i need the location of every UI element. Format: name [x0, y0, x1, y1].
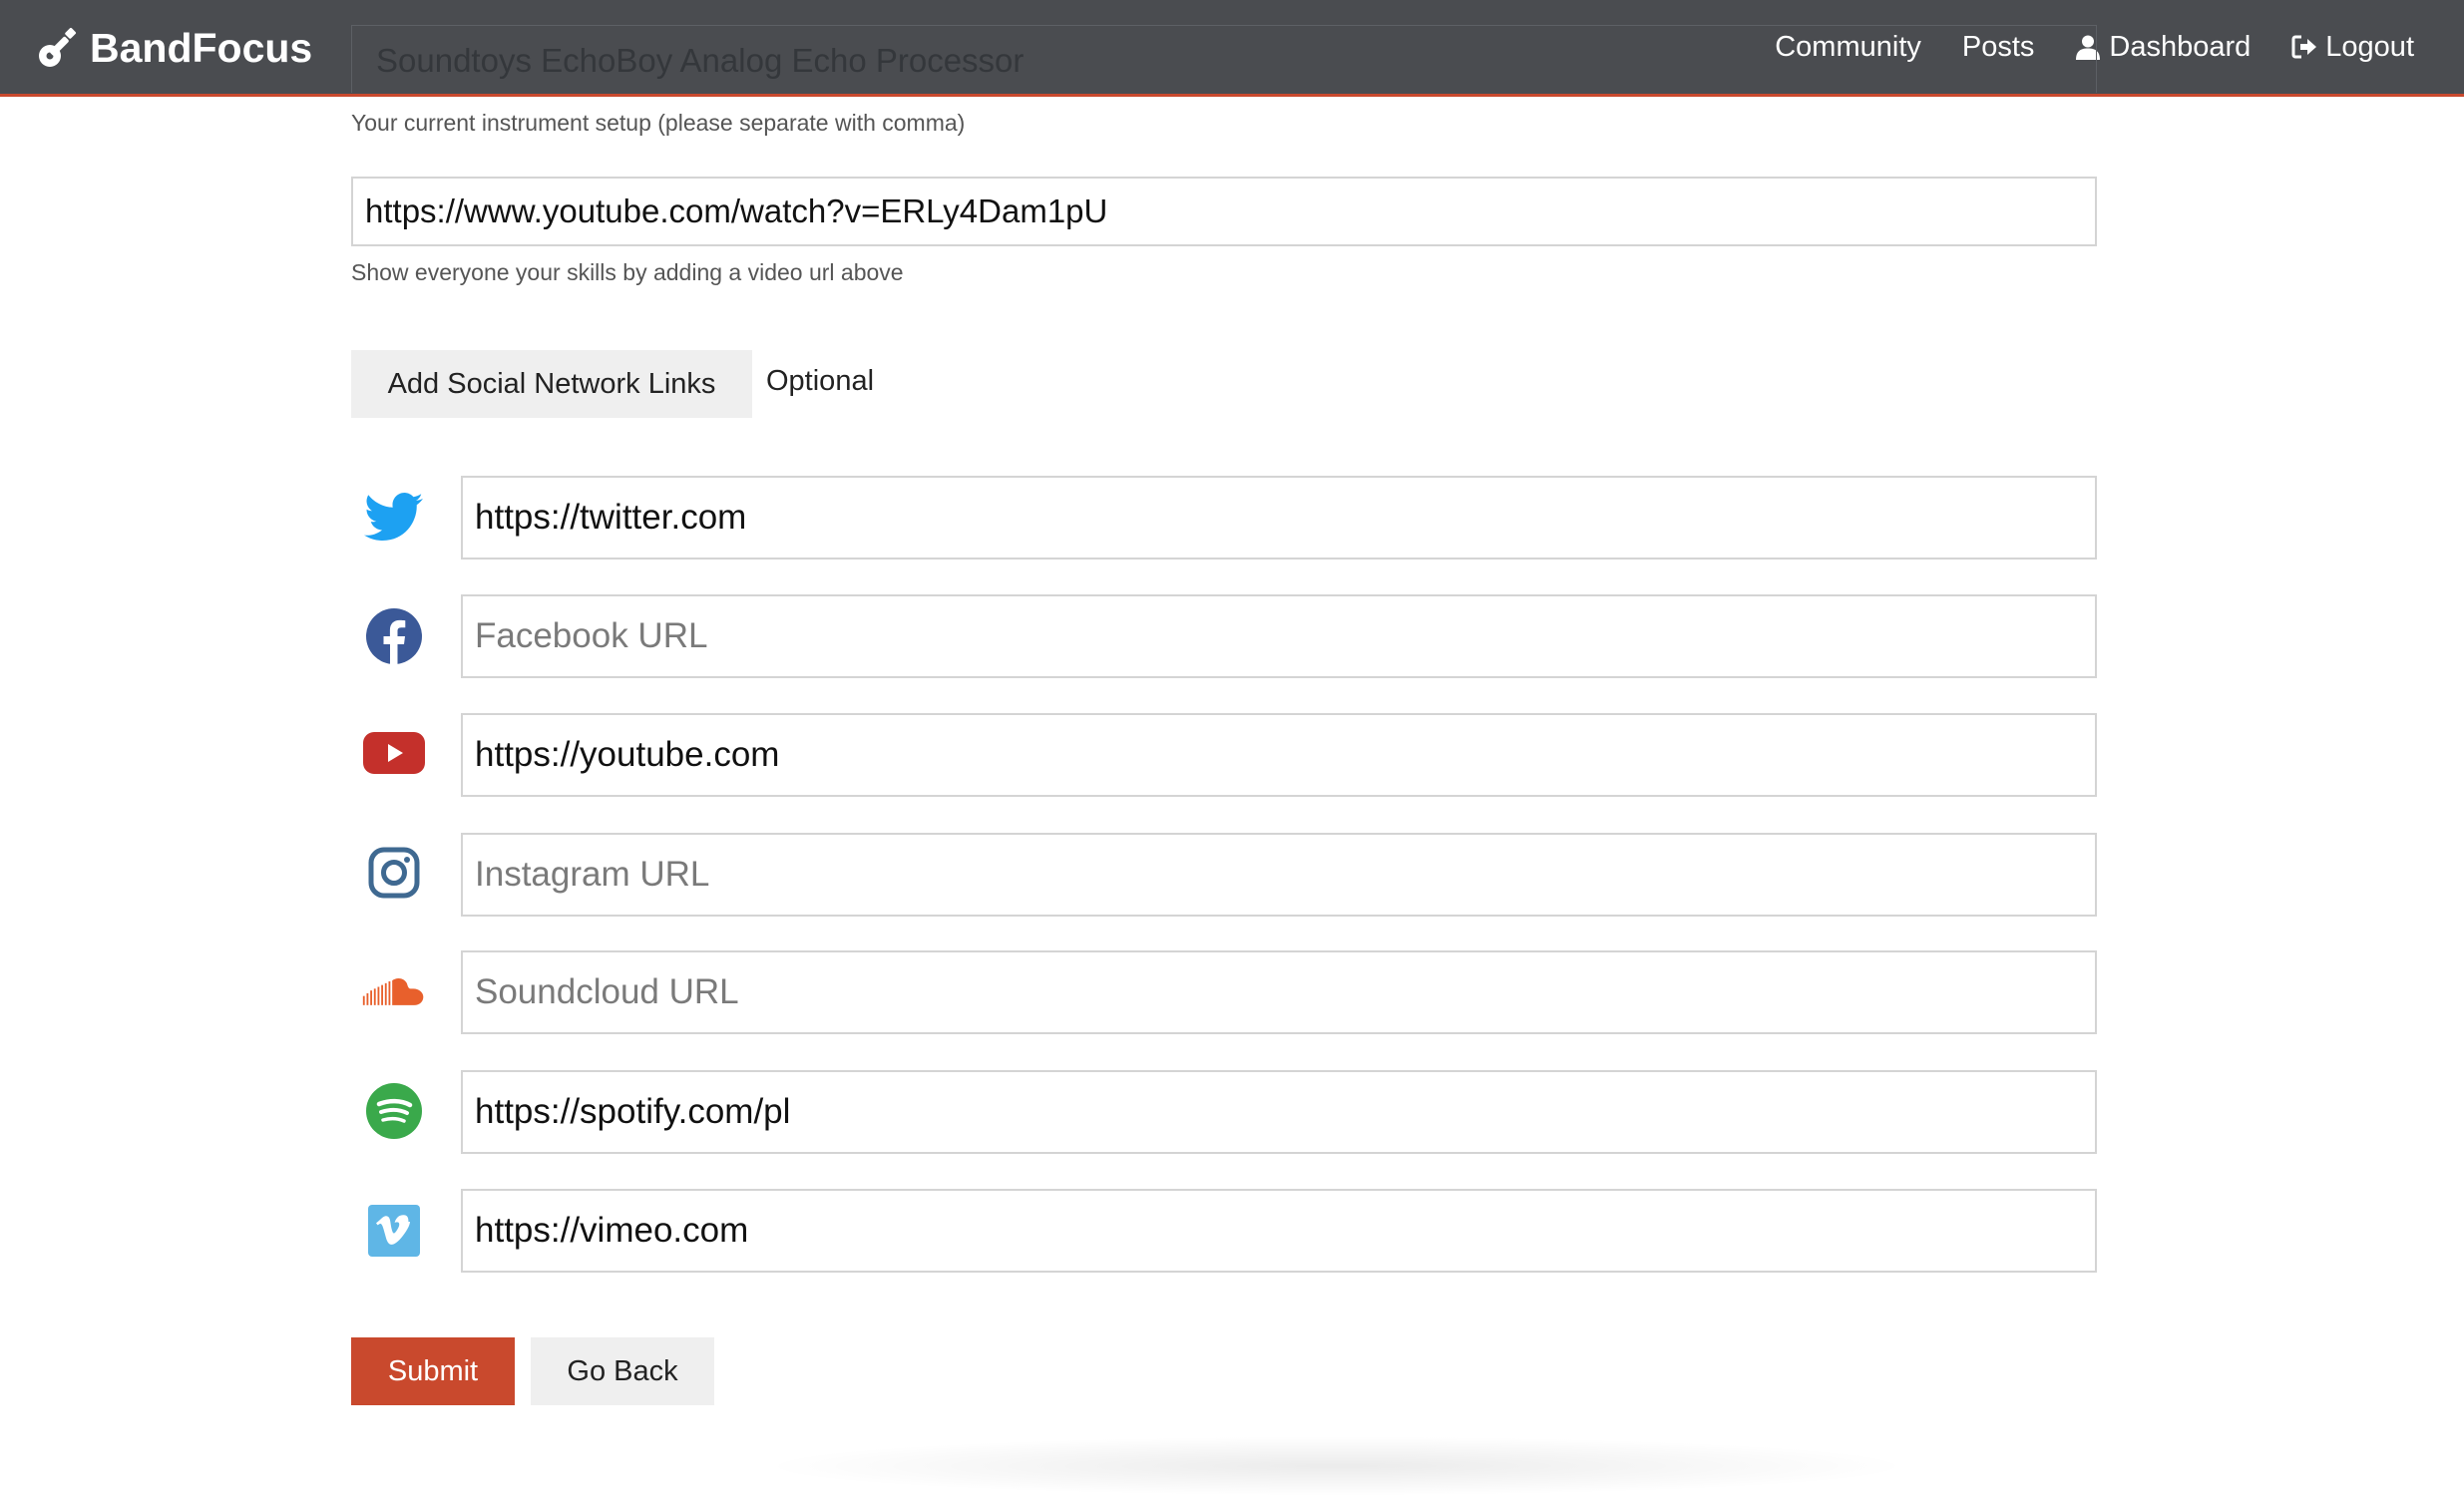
instrument-help-text: Your current instrument setup (please se… — [351, 110, 966, 136]
sign-out-icon — [2291, 35, 2317, 59]
instagram-icon — [361, 840, 427, 906]
brand-link[interactable]: BandFocus — [34, 18, 312, 78]
vimeo-url-input[interactable] — [461, 1189, 2097, 1273]
facebook-icon — [361, 603, 427, 669]
guitar-icon — [39, 27, 77, 67]
nav-logout-label: Logout — [2325, 30, 2414, 63]
spotify-url-input[interactable] — [461, 1070, 2097, 1154]
spotify-icon — [361, 1078, 427, 1144]
youtube-icon — [361, 720, 427, 786]
nav-logout[interactable]: Logout — [2291, 31, 2414, 64]
brand-name: BandFocus — [90, 24, 313, 71]
optional-label: Optional — [766, 365, 875, 397]
nav-dashboard[interactable]: Dashboard — [2075, 31, 2251, 64]
vimeo-icon — [361, 1198, 427, 1264]
add-social-links-button[interactable]: Add Social Network Links — [351, 350, 752, 418]
twitter-url-input[interactable] — [461, 476, 2097, 560]
instrument-setup-input[interactable]: Soundtoys EchoBoy Analog Echo Processor — [351, 25, 2097, 93]
nav-dashboard-label: Dashboard — [2109, 30, 2252, 63]
twitter-icon — [361, 485, 427, 551]
video-url-input[interactable] — [351, 177, 2097, 246]
soundcloud-icon — [361, 959, 427, 1025]
video-help-text: Show everyone your skills by adding a vi… — [351, 259, 904, 285]
go-back-button[interactable]: Go Back — [531, 1337, 714, 1405]
youtube-url-input[interactable] — [461, 713, 2097, 797]
submit-button[interactable]: Submit — [351, 1337, 515, 1405]
facebook-url-input[interactable] — [461, 594, 2097, 678]
soundcloud-url-input[interactable] — [461, 950, 2097, 1034]
bottom-shadow — [758, 1436, 1915, 1496]
instagram-url-input[interactable] — [461, 833, 2097, 917]
